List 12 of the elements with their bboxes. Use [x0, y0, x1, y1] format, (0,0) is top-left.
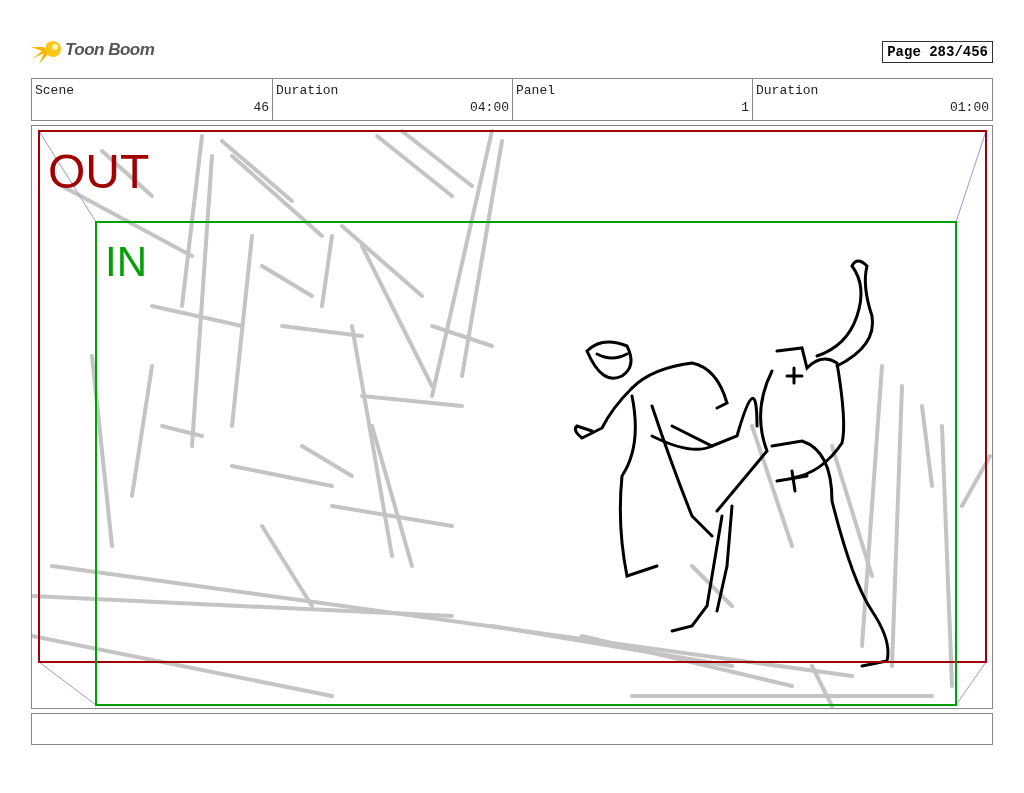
- table-cell: 01:00: [950, 100, 989, 115]
- logo-text: Toon Boom: [65, 40, 155, 60]
- table-cell: 1: [741, 100, 749, 115]
- table-cell: 04:00: [470, 100, 509, 115]
- page-number: Page 283/456: [882, 41, 993, 63]
- table-cell: 46: [253, 100, 269, 115]
- frame-label: IN: [105, 238, 147, 285]
- column-header: Duration: [276, 83, 340, 98]
- column-header: Panel: [516, 83, 556, 98]
- frame-label: OUT: [48, 145, 150, 198]
- column-header: Scene: [35, 83, 75, 98]
- column-header: Duration: [756, 83, 820, 98]
